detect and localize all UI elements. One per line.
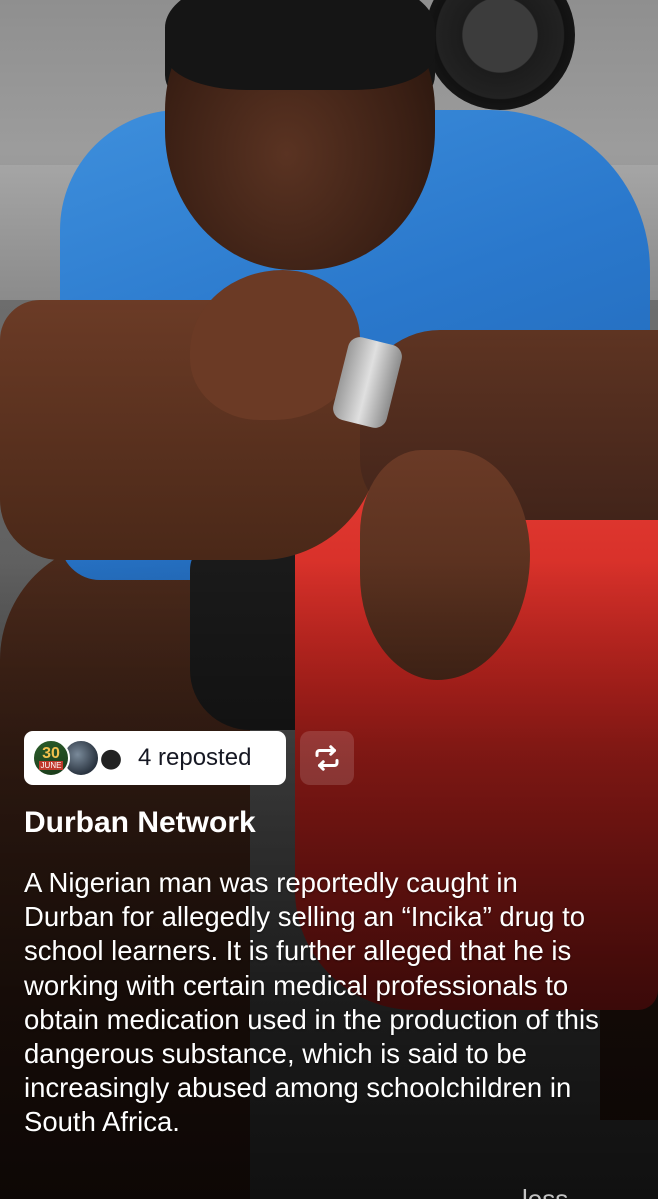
repost-icon <box>315 745 339 771</box>
avatar: 30 JUNE <box>32 739 70 777</box>
repost-button[interactable] <box>300 731 354 785</box>
avatar-text-month: JUNE <box>38 760 64 770</box>
reposter-avatars: 30 JUNE <box>32 737 130 779</box>
avatar-text-day: 30 <box>42 744 60 762</box>
person-hair-top <box>165 0 435 90</box>
repost-count-label: 4 reposted <box>138 744 252 771</box>
post-caption: A Nigerian man was reportedly caught in … <box>24 867 599 1138</box>
less-link[interactable]: less <box>522 1184 568 1199</box>
reposted-by-pill[interactable]: 30 JUNE 4 reposted <box>24 731 286 785</box>
video-post-screen: 30 JUNE 4 reposted Durban Network A Nige… <box>0 0 658 1199</box>
author-name[interactable]: Durban Network <box>24 806 256 840</box>
